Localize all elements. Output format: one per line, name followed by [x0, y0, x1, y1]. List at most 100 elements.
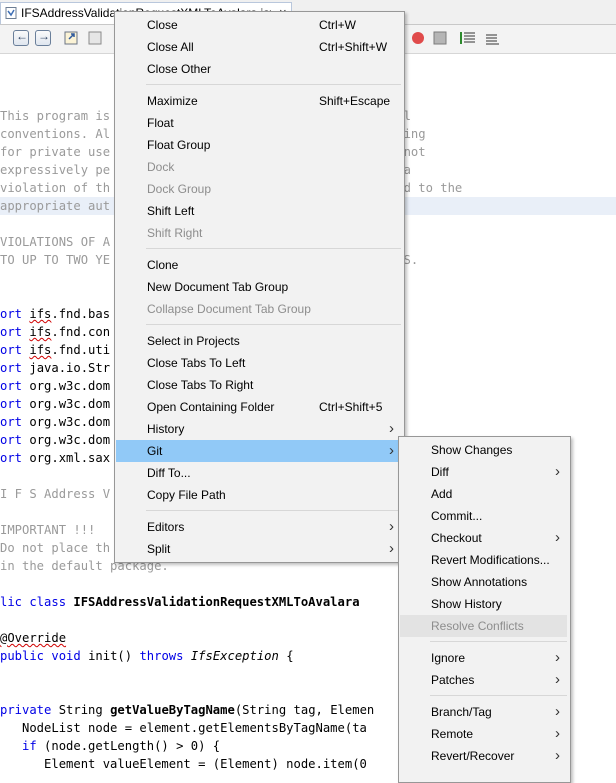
back-arrow-icon[interactable]: ← [13, 29, 29, 46]
menu-item-close-tabs-to-right[interactable]: Close Tabs To Right [116, 374, 401, 396]
git-menu-item-branch-tag[interactable]: Branch/Tag › [400, 701, 567, 723]
code-token: org.w3c.dom [29, 379, 111, 393]
menu-item-close[interactable]: Close Ctrl+W [116, 14, 401, 36]
code-token: ort [0, 361, 30, 375]
code-line: NodeList node = element.getElementsByTag… [0, 719, 367, 737]
code-line: @Override [0, 629, 66, 647]
code-token: { [278, 649, 294, 663]
menu-item-shortcut: Ctrl+Shift+W [319, 40, 388, 54]
menu-item-open-containing-folder[interactable]: Open Containing Folder Ctrl+Shift+5 [116, 396, 401, 418]
git-menu-item-commit[interactable]: Commit... [400, 505, 567, 527]
stop-icon[interactable] [432, 30, 448, 46]
code-token: throws [139, 649, 191, 663]
code-line: IMPORTANT !!! [0, 521, 95, 539]
git-menu-item-add[interactable]: Add [400, 483, 567, 505]
code-line: I F S Address V [0, 485, 110, 503]
code-token: java.io.Str [29, 361, 111, 375]
code-line: private String getValueByTagName(String … [0, 701, 374, 719]
comment-lines-icon[interactable] [460, 30, 476, 46]
menu-item-close-other[interactable]: Close Other [116, 58, 401, 80]
chevron-right-icon: › [555, 671, 560, 688]
uncomment-lines-icon[interactable] [484, 30, 500, 46]
menu-item-label: Add [431, 487, 453, 501]
menu-item-clone[interactable]: Clone [116, 254, 401, 276]
menu-item-diff-to[interactable]: Diff To... [116, 462, 401, 484]
menu-item-label: Shift Left [147, 204, 195, 218]
source-history-icon[interactable] [88, 30, 104, 46]
menu-item-label: Diff To... [147, 466, 191, 480]
git-menu-item-remote[interactable]: Remote › [400, 723, 567, 745]
menu-item-label: Open Containing Folder [147, 400, 275, 414]
git-menu-item-show-history[interactable]: Show History [400, 593, 567, 615]
code-token: ifs [29, 325, 52, 339]
menu-item-label: Close Other [147, 62, 212, 76]
code-line: Element valueElement = (Element) node.it… [0, 755, 367, 773]
chevron-right-icon: › [389, 420, 394, 437]
menu-item-new-document-tab-group[interactable]: New Document Tab Group [116, 276, 401, 298]
menu-item-label: New Document Tab Group [147, 280, 289, 294]
menu-item-dock-group: Dock Group [116, 178, 401, 200]
menu-item-label: Show Annotations [431, 575, 528, 589]
menu-item-maximize[interactable]: Maximize Shift+Escape [116, 90, 401, 112]
code-token: if [22, 739, 45, 753]
git-submenu: Show Changes Diff › Add Commit... Checkout › Re… [398, 436, 571, 783]
code-token: ort [0, 307, 30, 321]
menu-item-label: Maximize [147, 94, 198, 108]
menu-item-float[interactable]: Float [116, 112, 401, 134]
git-menu-item-checkout[interactable]: Checkout › [400, 527, 567, 549]
menu-item-label: Ignore [431, 651, 466, 665]
menu-item-label: Clone [147, 258, 179, 272]
code-token: org.w3c.dom [29, 415, 111, 429]
menu-item-copy-file-path[interactable]: Copy File Path [116, 484, 401, 506]
menu-item-label: Show History [431, 597, 502, 611]
code-token: expressively pe [0, 163, 111, 177]
menu-item-close-all[interactable]: Close All Ctrl+Shift+W [116, 36, 401, 58]
menu-item-label: Revert/Recover [431, 749, 515, 763]
code-line: Do not place th [0, 539, 110, 557]
git-menu-item-diff[interactable]: Diff › [400, 461, 567, 483]
chevron-right-icon: › [555, 747, 560, 764]
stop-record-icon[interactable] [410, 30, 426, 46]
menu-item-label: Commit... [431, 509, 483, 523]
menu-item-close-tabs-to-left[interactable]: Close Tabs To Left [116, 352, 401, 374]
code-line: if (node.getLength() > 0) { [0, 737, 220, 755]
menu-item-label: Close Tabs To Left [147, 356, 246, 370]
code-line: ort ifs.fnd.con [0, 323, 110, 341]
git-menu-item-show-changes[interactable]: Show Changes [400, 439, 567, 461]
menu-item-label: Diff [431, 465, 449, 479]
menu-item-label: Git [147, 444, 163, 458]
menu-item-history[interactable]: History › [116, 418, 401, 440]
git-menu-item-show-annotations[interactable]: Show Annotations [400, 571, 567, 593]
menu-item-collapse-document-tab-group: Collapse Document Tab Group [116, 298, 401, 320]
code-token: ort [0, 343, 30, 357]
code-token: Element valueElement = (Element) node.it… [0, 757, 367, 771]
git-menu-item-revert-recover[interactable]: Revert/Recover › [400, 745, 567, 767]
code-token: I F S Address V [0, 487, 111, 501]
menu-item-label: Editors [147, 520, 185, 534]
chevron-right-icon: › [389, 540, 394, 557]
code-token: ort [0, 451, 30, 465]
code-line: ort org.w3c.dom [0, 395, 110, 413]
code-line: ort java.io.Str [0, 359, 110, 377]
code-token: getValueByTagName [110, 703, 235, 717]
code-token: org.xml.sax [29, 451, 111, 465]
git-menu-item-revert-modifications[interactable]: Revert Modifications... [400, 549, 567, 571]
menu-item-float-group[interactable]: Float Group [116, 134, 401, 156]
menu-item-select-in-projects[interactable]: Select in Projects [116, 330, 401, 352]
menu-item-shift-right: Shift Right [116, 222, 401, 244]
last-edit-icon[interactable] [64, 30, 80, 46]
menu-item-shift-left[interactable]: Shift Left [116, 200, 401, 222]
chevron-right-icon: › [555, 725, 560, 742]
forward-arrow-icon[interactable]: → [35, 29, 51, 46]
menu-item-editors[interactable]: Editors › [116, 516, 401, 538]
menu-item-label: Show Changes [431, 443, 513, 457]
menu-item-split[interactable]: Split › [116, 538, 401, 560]
git-menu-item-ignore[interactable]: Ignore › [400, 647, 567, 669]
code-token: conventions. Al [0, 127, 111, 141]
code-token: This program is [0, 109, 111, 123]
code-token: violation of th [0, 181, 111, 195]
menu-separator [146, 84, 401, 85]
menu-item-git[interactable]: Git › [116, 440, 401, 462]
git-menu-item-patches[interactable]: Patches › [400, 669, 567, 691]
